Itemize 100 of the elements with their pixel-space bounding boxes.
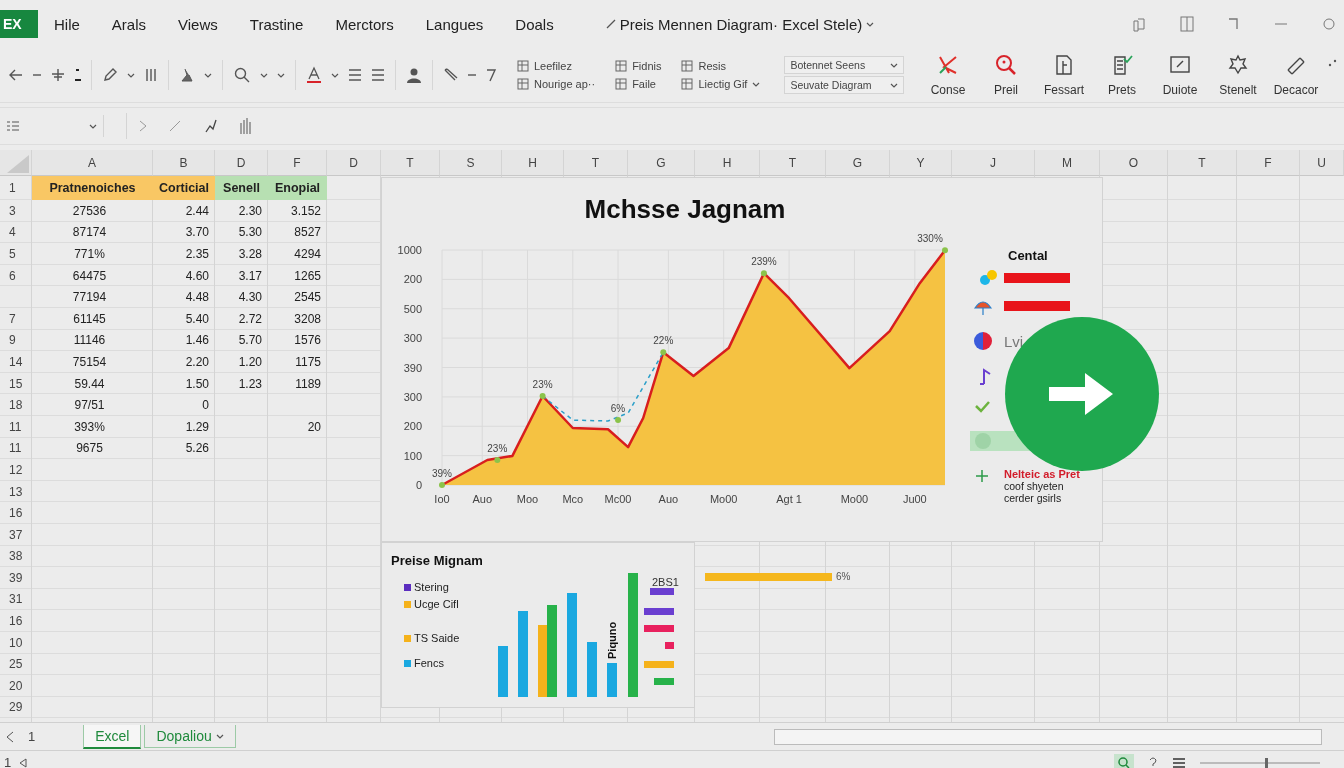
row-header[interactable]: 15 [0,372,32,395]
ribbon-button[interactable]: Decacor [1270,53,1322,97]
row-header[interactable]: 10 [0,631,32,654]
caret-icon[interactable] [204,72,212,78]
row-header[interactable]: 14 [0,351,32,373]
share-icon[interactable] [1132,16,1146,32]
ribbon-button[interactable]: Leefilez [517,60,596,72]
corner-icon[interactable] [1228,16,1240,32]
ribbon-button[interactable]: Conse [922,53,974,97]
menu-item[interactable]: Langues [425,15,484,33]
back-arrow-icon[interactable] [8,67,24,83]
caret-icon[interactable] [890,62,899,68]
row-header[interactable]: 20 [0,675,32,697]
column-header[interactable]: O [1100,150,1168,176]
row-header[interactable]: 38 [0,545,32,568]
zoom-button[interactable] [1114,753,1134,768]
ribbon-button[interactable]: Stenelt [1212,53,1264,97]
row-header[interactable]: 3 [0,200,32,222]
cross-icon[interactable] [50,67,66,83]
back-icon[interactable] [19,757,28,768]
ribbon-button[interactable]: Fidnis [615,60,662,72]
row-header[interactable]: 16 [0,610,32,632]
caret-icon[interactable] [127,72,135,78]
ribbon-button[interactable]: Faile [615,78,662,90]
caret-icon[interactable] [890,82,899,88]
panel-icon[interactable] [1180,16,1194,32]
help-icon[interactable] [1148,755,1158,768]
ribbon-button[interactable]: Fessart [1038,53,1090,97]
scrollbar[interactable] [774,728,1322,745]
caret-icon[interactable] [331,72,339,78]
ribbon-button[interactable]: Preil [980,53,1032,97]
search-icon[interactable] [233,66,251,84]
person-icon[interactable] [406,67,422,83]
caret-icon[interactable] [866,21,875,27]
flask-icon[interactable] [179,67,195,83]
column-header[interactable]: T [564,150,628,176]
menu-item[interactable]: Views [178,15,218,33]
column-header[interactable]: S [440,150,502,176]
caret-icon[interactable] [215,733,224,739]
font-color-icon[interactable] [306,66,322,84]
row-header[interactable]: 25 [0,653,32,676]
row-header[interactable]: 39 [0,567,32,589]
column-header[interactable]: D [215,150,268,176]
app-logo[interactable]: EX [0,10,38,38]
row-header[interactable]: 18 [0,394,32,416]
ribbon-button[interactable]: Resis [681,60,761,72]
row-header[interactable]: 12 [0,459,32,481]
dropdown[interactable]: Seuvate Diagram [784,76,905,94]
row-header[interactable]: 5 [0,243,32,265]
column-header[interactable]: G [826,150,890,176]
column-header[interactable]: G [628,150,695,176]
menu-item[interactable]: Merctors [335,15,394,33]
row-header[interactable]: 4 [0,221,32,244]
brush-icon[interactable] [443,67,459,83]
row-header[interactable]: 16 [0,502,32,524]
column-header[interactable]: Y [890,150,952,176]
column-header[interactable]: U [1300,150,1344,176]
column-header[interactable]: T [381,150,440,176]
column-header[interactable]: H [502,150,564,176]
pencil-icon[interactable] [605,19,616,29]
align-icon[interactable] [348,68,362,82]
prev-icon[interactable] [6,730,14,743]
row-header[interactable]: 7 [0,307,32,330]
menu-item[interactable]: Arals [111,15,147,33]
sheet-tab[interactable]: Dopaliou [144,725,236,748]
row-header[interactable]: 13 [0,480,32,503]
pencil-icon[interactable] [102,67,118,83]
row-header[interactable]: 9 [0,329,32,352]
sheet-tab[interactable]: Excel [83,724,142,749]
caret-icon[interactable] [89,123,97,129]
column-header[interactable]: D [327,150,381,176]
menu-item[interactable]: Doals [515,15,554,33]
help-icon[interactable] [1322,17,1336,31]
column-header[interactable]: T [760,150,826,176]
column-header[interactable]: F [1237,150,1300,176]
column-header[interactable]: M [1035,150,1100,176]
zoom-slider[interactable] [1200,757,1320,768]
menu-item[interactable]: Hile [54,15,80,33]
ribbon-button[interactable]: Prets [1096,53,1148,97]
function-icon[interactable] [203,118,217,134]
caret-icon[interactable] [277,72,285,78]
column-header[interactable]: T [1168,150,1237,176]
row-header[interactable]: 11 [0,415,32,438]
ribbon-button[interactable]: Duiote [1154,53,1206,97]
column-header[interactable]: J [952,150,1035,176]
row-header[interactable]: 37 [0,523,32,546]
ribbon-button[interactable]: Nourige ap·· [517,78,596,90]
row-header[interactable]: 29 [0,696,32,719]
dropdown[interactable]: Botennet Seens [784,56,905,74]
row-header[interactable]: 31 [0,588,32,611]
column-header[interactable]: A [32,150,153,176]
slider-thumb[interactable] [1265,757,1268,768]
row-header[interactable]: 6 [0,264,32,287]
caret-icon[interactable] [752,81,761,87]
row-header[interactable]: 1 [0,176,32,200]
column-header[interactable]: F [268,150,327,176]
row-header[interactable]: 11 [0,437,32,460]
ribbon-button[interactable]: Liectig Gif [681,78,761,90]
caret-icon[interactable] [260,72,268,78]
columns-icon[interactable] [144,67,158,83]
